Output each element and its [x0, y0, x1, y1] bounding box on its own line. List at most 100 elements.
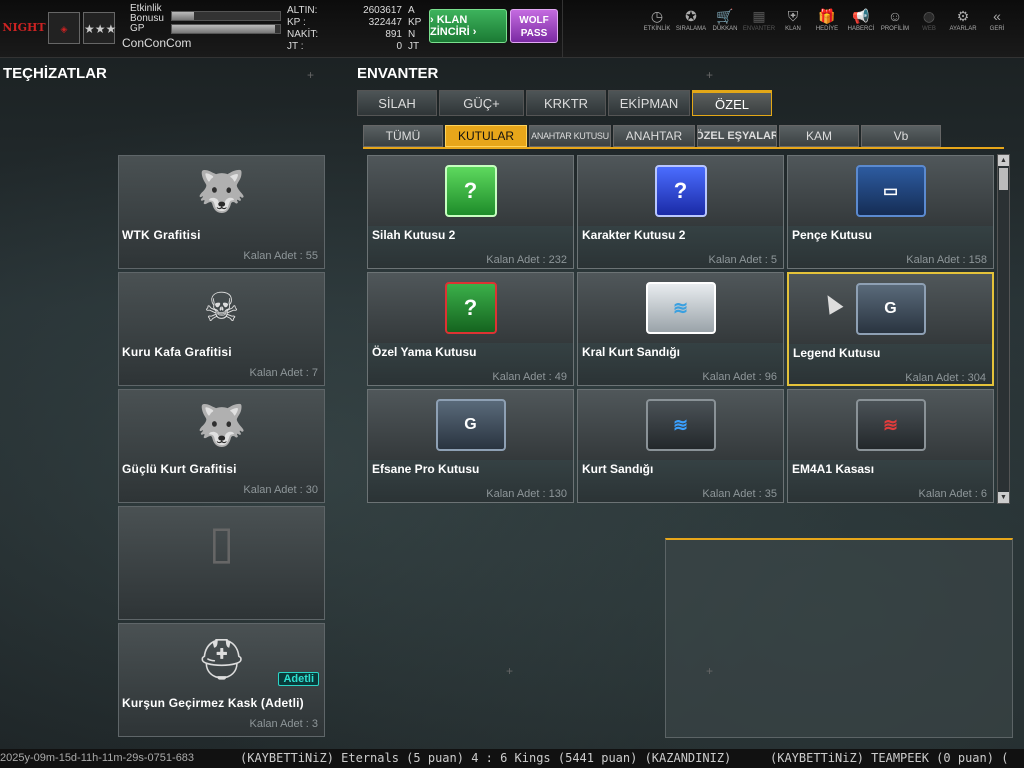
crate-icon: ? [444, 282, 497, 334]
gift-icon: 🎁 [818, 8, 836, 24]
equipment-slot[interactable]: 🐺 WTK Grafitisi Kalan Adet : 55 [118, 155, 325, 269]
equipment-title: TEÇHİZATLAR [3, 65, 107, 82]
etkinlik-progress-bar [171, 11, 281, 21]
gp-label: GP [130, 23, 145, 34]
currency-unit: A [408, 5, 415, 16]
item-count: Kalan Adet : 49 [492, 371, 567, 383]
currency-value: 322447 [368, 17, 402, 28]
currency-row: KP : 322447 KP [287, 17, 422, 29]
menu-web[interactable]: ◍ WEB [912, 8, 946, 32]
item-art: ? [368, 273, 573, 343]
item-count: Kalan Adet : 158 [906, 254, 987, 266]
wolf-pass-button[interactable]: WOLF PASS [510, 9, 558, 43]
menu-label: ENVANTER [742, 26, 776, 32]
crate-icon: ≋ [855, 399, 926, 451]
item-name: Kurt Sandığı [582, 462, 654, 476]
spray-can-icon: ▯ [208, 516, 235, 568]
rank-stars-icon: ★★★ [83, 12, 116, 44]
scroll-down-arrow-icon[interactable]: ▼ [998, 492, 1009, 503]
crate-icon: ≋ [645, 399, 716, 451]
item-name: Silah Kutusu 2 [372, 228, 456, 242]
tab-si̇lah[interactable]: SİLAH [357, 90, 437, 116]
menu-dükkan[interactable]: 🛒 DÜKKAN [708, 8, 742, 32]
main-menu: ◷ ETKİNLİK ✪ SIRALAMA 🛒 DÜKKAN ▦ ENVANTER ⛨ KLAN 🎁… [640, 8, 1014, 32]
item-name: EM4A1 Kasası [792, 462, 875, 476]
menu-label: WEB [922, 26, 936, 32]
menu-envanter[interactable]: ▦ ENVANTER [742, 8, 776, 32]
item-name: Kral Kurt Sandığı [582, 345, 681, 359]
scroll-up-arrow-icon[interactable]: ▲ [998, 155, 1009, 166]
cart-icon: 🛒 [716, 8, 734, 24]
crate-icon: G [855, 283, 926, 335]
inventory-item[interactable]: ? Özel Yama Kutusu Kalan Adet : 49 [367, 272, 574, 386]
ticker-message: (KAYBETTiNiZ) Eternals (5 puan) 4 : 6 Ki… [240, 751, 732, 765]
subtab-anahtar-kutusu[interactable]: ANAHTAR KUTUSU [529, 125, 611, 147]
subtab-kutular[interactable]: KUTULAR [445, 125, 527, 147]
plus-marker: + [706, 664, 714, 678]
menu-haberci̇[interactable]: 📢 HABERCİ [844, 8, 878, 32]
inventory-item[interactable]: ▭ Pençe Kutusu Kalan Adet : 158 [787, 155, 994, 269]
inventory-item[interactable]: G Legend Kutusu Kalan Adet : 304 [787, 272, 994, 386]
inventory-item[interactable]: ? Silah Kutusu 2 Kalan Adet : 232 [367, 155, 574, 269]
equipment-slot[interactable]: ☠ Kuru Kafa Grafitisi Kalan Adet : 7 [118, 272, 325, 386]
item-art: ≋ [578, 390, 783, 460]
inventory-icon: ▦ [752, 8, 766, 24]
equipment-slot[interactable]: 🐺 Güçlü Kurt Grafitisi Kalan Adet : 30 [118, 389, 325, 503]
klan-zinciri-button[interactable]: › KLAN ZİNCİRİ › [429, 9, 507, 43]
inventory-subtabs: TÜMÜ KUTULAR ANAHTAR KUTUSU ANAHTAR ÖZEL EŞY… [363, 125, 943, 147]
back-arrow-icon: « [993, 8, 1001, 24]
tab-güç+[interactable]: GÜÇ+ [439, 90, 524, 116]
item-count: Kalan Adet : 232 [486, 254, 567, 266]
equipment-count: Kalan Adet : 7 [249, 367, 319, 379]
menu-hedi̇ye[interactable]: 🎁 HEDİYE [810, 8, 844, 32]
tab-özel[interactable]: ÖZEL [692, 90, 772, 116]
medal-icon: ✪ [685, 8, 697, 24]
globe-icon: ◍ [922, 8, 936, 24]
item-art: ▭ [788, 156, 993, 226]
ticker-message-2: (KAYBETTiNiZ) TEAMPEEK (0 puan) ( [770, 751, 1009, 765]
menu-siralama[interactable]: ✪ SIRALAMA [674, 8, 708, 32]
subtab-anahtar[interactable]: ANAHTAR [613, 125, 695, 147]
item-name: Legend Kutusu [793, 346, 881, 360]
menu-profi̇li̇m[interactable]: ☺ PROFİLİM [878, 8, 912, 32]
equipment-slot[interactable]: ⛑ Kurşun Geçirmez Kask (Adetli) Kalan Adet… [118, 623, 325, 737]
menu-label: HABERCİ [847, 26, 875, 32]
equipment-name: Güçlü Kurt Grafitisi [122, 462, 237, 476]
menu-label: GERİ [989, 26, 1005, 32]
subtab-kam[interactable]: KAM [779, 125, 859, 147]
player-nickname: ConConCom [122, 36, 192, 50]
inventory-item[interactable]: ? Karakter Kutusu 2 Kalan Adet : 5 [577, 155, 784, 269]
subtab-özel-eşyalar[interactable]: ÖZEL EŞYALAR [697, 125, 777, 147]
subtab-underline [363, 147, 1004, 149]
item-count: Kalan Adet : 130 [486, 488, 567, 500]
inventory-item[interactable]: ≋ Kurt Sandığı Kalan Adet : 35 [577, 389, 784, 503]
item-count: Kalan Adet : 6 [918, 488, 988, 500]
currency-row: JT : 0 JT [287, 41, 422, 53]
menu-etki̇nli̇k[interactable]: ◷ ETKİNLİK [640, 8, 674, 32]
currency-panel: ALTIN: 2603617 A KP :322447 KP NAKİT: 891 N JT :… [287, 5, 422, 53]
inventory-item[interactable]: ≋ EM4A1 Kasası Kalan Adet : 6 [787, 389, 994, 503]
menu-ayarlar[interactable]: ⚙ AYARLAR [946, 8, 980, 32]
match-ticker: 2025y-09m-15d-11h-11m-29s-0751-683 (KAYB… [0, 749, 1024, 768]
crate-icon: ▭ [855, 165, 926, 217]
inventory-scrollbar[interactable]: ▲ ▼ [997, 154, 1010, 504]
currency-unit: KP [408, 17, 422, 28]
plus-marker: + [706, 68, 714, 82]
menu-label: HEDİYE [815, 26, 839, 32]
inventory-item[interactable]: ≋ Kral Kurt Sandığı Kalan Adet : 96 [577, 272, 784, 386]
menu-klan[interactable]: ⛨ KLAN [776, 8, 810, 32]
subtab-tümü[interactable]: TÜMÜ [363, 125, 443, 147]
subtab-vb[interactable]: Vb [861, 125, 941, 147]
item-art: ≋ [788, 390, 993, 460]
menu-label: KLAN [785, 26, 801, 32]
tab-krktr[interactable]: KRKTR [526, 90, 606, 116]
scroll-thumb[interactable] [999, 168, 1008, 190]
clan-emblem-icon[interactable]: ◈ [48, 12, 80, 44]
currency-label: ALTIN: [287, 5, 318, 16]
inventory-item[interactable]: G Efsane Pro Kutusu Kalan Adet : 130 [367, 389, 574, 503]
currency-value: 0 [396, 41, 402, 52]
equipment-slot[interactable]: ▯ [118, 506, 325, 620]
tab-eki̇pman[interactable]: EKİPMAN [608, 90, 690, 116]
menu-geri̇[interactable]: « GERİ [980, 8, 1014, 32]
item-count: Kalan Adet : 5 [708, 254, 778, 266]
